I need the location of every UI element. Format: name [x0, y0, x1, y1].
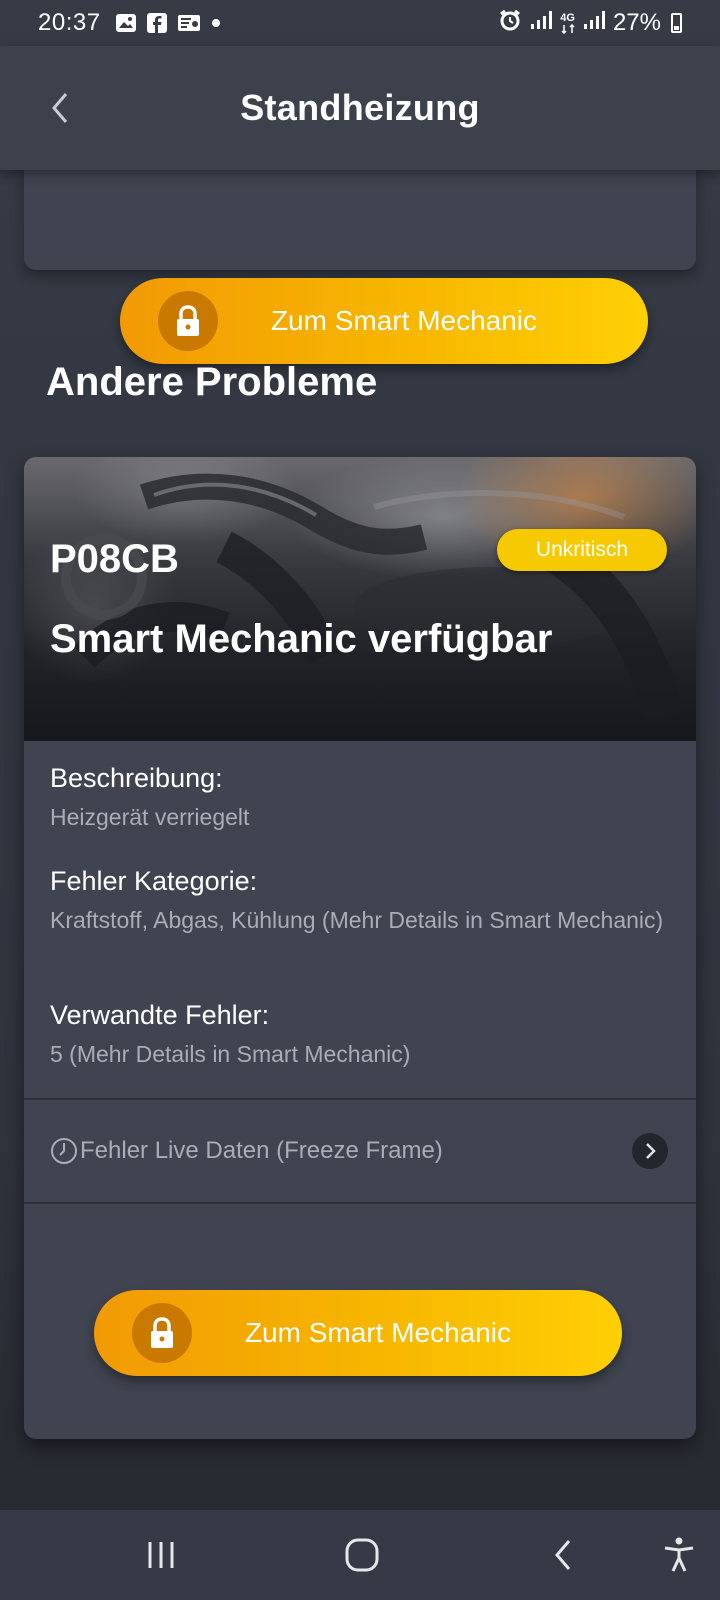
accessibility-icon — [664, 1537, 694, 1572]
page-title: Standheizung — [240, 87, 480, 128]
problem-card: P08CB Unkritisch Smart Mechanic verfügba… — [24, 457, 696, 1439]
battery-percent: 27% — [612, 9, 661, 36]
related-value: 5 (Mehr Details in Smart Mechanic) — [50, 1041, 411, 1067]
section-title: Andere Probleme — [46, 360, 378, 404]
dtc-code: P08CB — [50, 537, 179, 581]
alarm-icon — [498, 8, 522, 39]
category-label: Fehler Kategorie: — [50, 866, 258, 896]
recent-apps-button[interactable] — [136, 1530, 186, 1580]
divider — [24, 1202, 696, 1204]
engine-hero-image: P08CB Unkritisch Smart Mechanic verfügba… — [24, 457, 696, 741]
chevron-right-icon — [632, 1133, 668, 1169]
description-label: Beschreibung: — [50, 763, 223, 793]
network-type-label: 4G — [560, 11, 575, 24]
status-right: 4G 27% — [498, 8, 682, 39]
status-time: 20:37 — [38, 9, 101, 36]
home-button[interactable] — [337, 1530, 387, 1580]
cta-label: Zum Smart Mechanic — [244, 1317, 512, 1348]
recent-apps-icon — [148, 1542, 174, 1568]
status-bar: 20:37 4G 27% — [0, 0, 720, 46]
clock-icon — [51, 1138, 77, 1164]
system-nav-bar — [0, 1510, 720, 1600]
signal-icon — [583, 9, 605, 37]
freeze-frame-row[interactable]: Fehler Live Daten (Freeze Frame) — [24, 1099, 696, 1203]
related-block: Verwandte Fehler: 5 (Mehr Details in Sma… — [50, 1000, 670, 1069]
related-label: Verwandte Fehler: — [50, 1000, 270, 1030]
previous-problem-card: Zum Smart Mechanic — [24, 160, 696, 364]
back-button[interactable] — [40, 88, 80, 128]
category-block: Fehler Kategorie: Kraftstoff, Abgas, Küh… — [50, 866, 670, 935]
description-block: Beschreibung: Heizgerät verriegelt — [50, 763, 670, 832]
signal-4g-icon: 4G — [560, 11, 575, 34]
freeze-frame-label: Fehler Live Daten (Freeze Frame) — [80, 1137, 443, 1164]
battery-icon — [671, 13, 682, 33]
facebook-icon — [146, 13, 167, 33]
home-icon — [345, 1538, 379, 1572]
back-icon — [555, 1540, 571, 1570]
engine-image-illustration — [61, 473, 684, 723]
nav-back-button[interactable] — [538, 1530, 588, 1580]
image-icon — [115, 13, 137, 33]
smart-mechanic-button-top[interactable]: Zum Smart Mechanic — [120, 278, 648, 364]
smart-mechanic-button[interactable]: Zum Smart Mechanic — [94, 1290, 622, 1376]
signal-icon — [530, 9, 553, 37]
message-icon — [177, 13, 201, 33]
severity-badge: Unkritisch — [497, 529, 667, 571]
app-header: Standheizung — [0, 46, 720, 170]
category-value: Kraftstoff, Abgas, Kühlung (Mehr Details… — [50, 907, 664, 933]
problem-title: Smart Mechanic verfügbar — [50, 617, 553, 661]
accessibility-button[interactable] — [654, 1530, 704, 1580]
description-value: Heizgerät verriegelt — [50, 804, 250, 830]
chevron-left-icon — [52, 93, 68, 123]
cta-label: Zum Smart Mechanic — [270, 305, 538, 336]
dot-icon — [211, 18, 221, 28]
